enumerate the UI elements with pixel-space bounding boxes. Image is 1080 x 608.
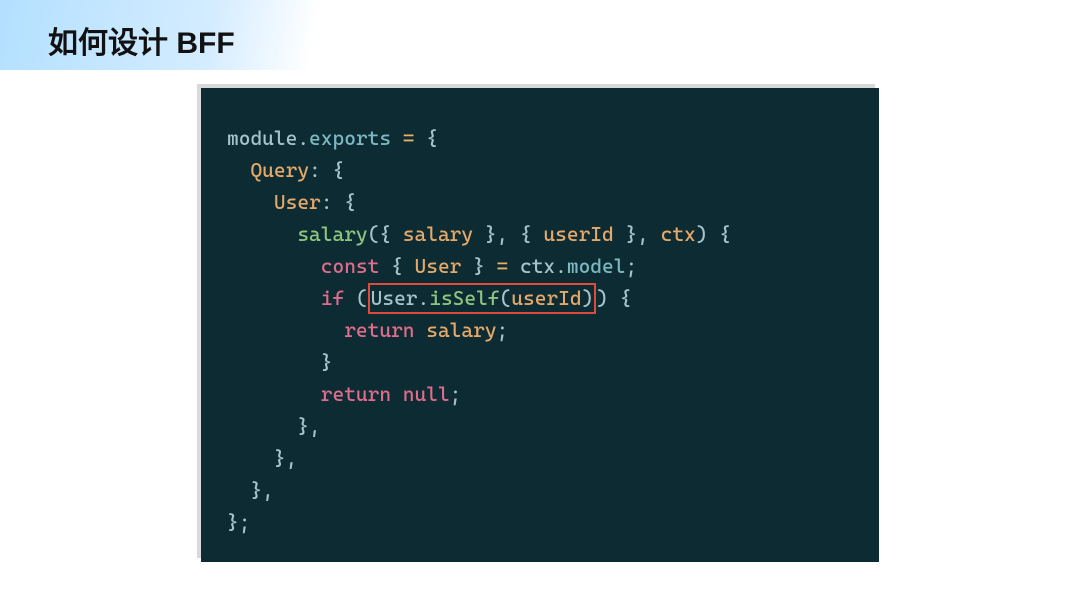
code-line: return null; <box>227 378 853 410</box>
code-line: User: { <box>227 186 853 218</box>
code-token: = <box>497 254 509 278</box>
title-prefix: 如何设计 <box>48 27 176 60</box>
code-block: module.exports = { Query: { User: { sala… <box>201 88 879 562</box>
code-token: ({ <box>368 222 403 246</box>
code-token: ; <box>625 254 637 278</box>
code-token: } <box>321 350 333 374</box>
code-token: Query <box>250 158 309 182</box>
code-token: . <box>297 126 309 150</box>
code-token: = <box>403 126 415 150</box>
code-line: }; <box>227 506 853 538</box>
code-token: userId <box>511 286 581 310</box>
code-token: ctx <box>520 254 555 278</box>
code-token: }, <box>614 222 661 246</box>
highlight-box: User.isSelf(userId) <box>368 283 597 314</box>
code-line: Query: { <box>227 154 853 186</box>
code-token: model <box>567 254 626 278</box>
code-token: ; <box>450 382 462 406</box>
code-line: }, <box>227 474 853 506</box>
code-line: return salary; <box>227 314 853 346</box>
code-token: ( <box>500 286 512 310</box>
code-token: } <box>461 254 496 278</box>
code-token: salary <box>426 318 496 342</box>
code-token: ctx <box>661 222 696 246</box>
code-token: . <box>418 286 430 310</box>
code-line: module.exports = { <box>227 122 853 154</box>
code-token: : { <box>309 158 344 182</box>
code-token: userId <box>543 222 613 246</box>
code-token: }, <box>274 446 297 470</box>
code-token: return <box>344 318 414 342</box>
code-token: : { <box>321 190 356 214</box>
code-token: const <box>321 254 380 278</box>
code-token: isSelf <box>429 286 499 310</box>
code-token: if <box>321 286 344 310</box>
code-token <box>391 382 403 406</box>
code-line: }, <box>227 410 853 442</box>
code-token: User <box>415 254 462 278</box>
code-token: { <box>415 126 438 150</box>
code-line: const { User } = ctx.model; <box>227 250 853 282</box>
code-token: module <box>227 126 297 150</box>
code-token: null <box>403 382 450 406</box>
code-token: salary <box>297 222 367 246</box>
code-token: salary <box>403 222 473 246</box>
code-token: ; <box>497 318 509 342</box>
code-token <box>508 254 520 278</box>
slide-header: 如何设计 BFF <box>0 0 1080 74</box>
code-line: }, <box>227 442 853 474</box>
code-token: }, { <box>473 222 543 246</box>
code-line: if (User.isSelf(userId)) { <box>227 282 853 314</box>
code-token <box>391 126 403 150</box>
code-token: . <box>555 254 567 278</box>
code-token: exports <box>309 126 391 150</box>
code-token: }, <box>250 478 273 502</box>
code-token: User <box>274 190 321 214</box>
code-container: module.exports = { Query: { User: { sala… <box>0 88 1080 562</box>
code-token: ) { <box>596 286 631 310</box>
code-token: }; <box>227 510 250 534</box>
title-bold: BFF <box>176 27 234 60</box>
code-token: ) { <box>696 222 731 246</box>
code-line: } <box>227 346 853 378</box>
code-token: ( <box>344 286 367 310</box>
code-token: User <box>371 286 418 310</box>
code-token: { <box>379 254 414 278</box>
slide-title: 如何设计 BFF <box>48 18 1080 62</box>
code-token: }, <box>297 414 320 438</box>
code-line: salary({ salary }, { userId }, ctx) { <box>227 218 853 250</box>
code-token: return <box>321 382 391 406</box>
code-token <box>415 318 427 342</box>
code-token: ) <box>582 286 594 310</box>
